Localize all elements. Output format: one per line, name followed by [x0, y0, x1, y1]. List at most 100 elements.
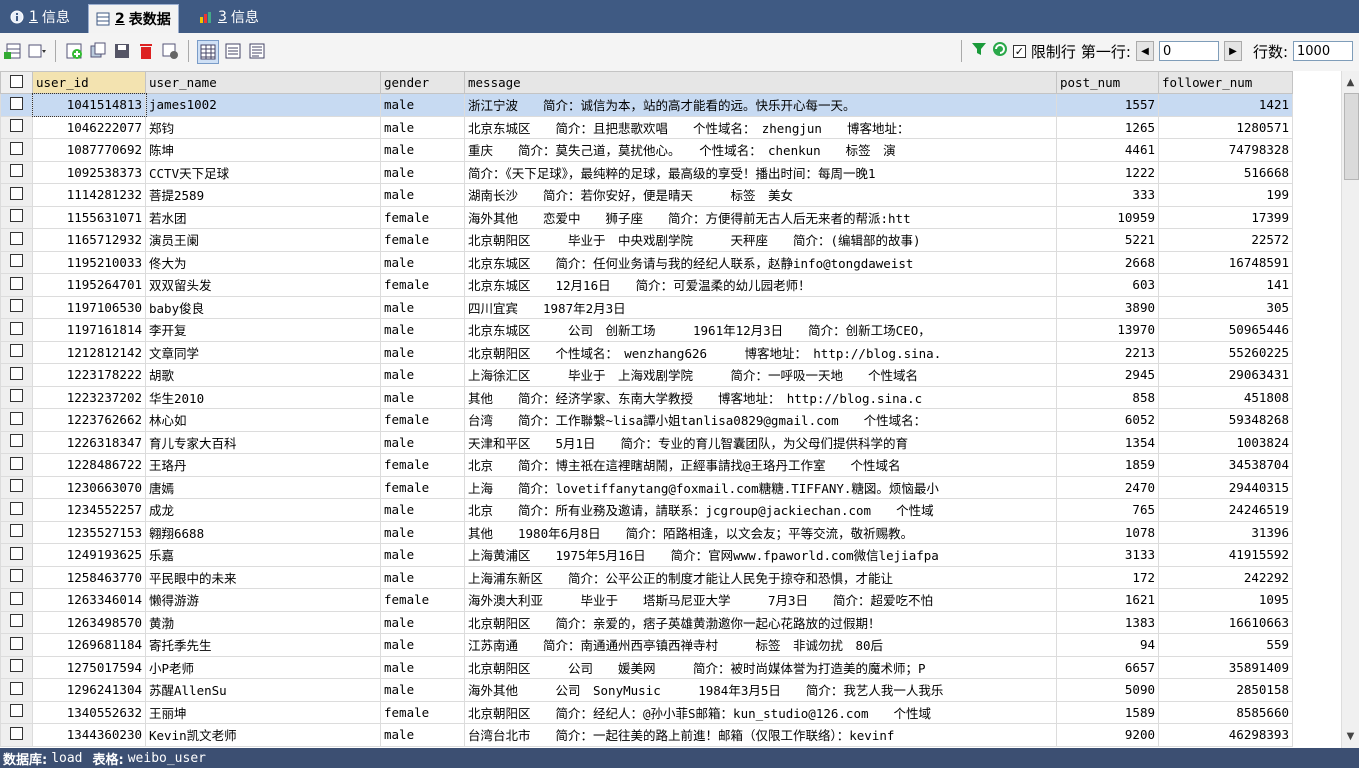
cell-message[interactable]: 海外其他 恋爱中 狮子座 简介：方便得前无古人后无来者的帮派:htt: [464, 205, 1057, 229]
cell-post-num[interactable]: 333: [1056, 183, 1159, 207]
table-row[interactable]: 1263498570 黄渤 male 北京朝阳区 简介：亲爱的，痞子英雄黄渤邀你一起心…: [0, 610, 1293, 634]
add-row-icon[interactable]: [64, 40, 84, 62]
cell-gender[interactable]: male: [380, 430, 465, 454]
cell-post-num[interactable]: 94: [1056, 633, 1159, 657]
cell-user-id[interactable]: 1275017594: [32, 655, 146, 679]
cell-gender[interactable]: male: [380, 318, 465, 342]
cell-user-id[interactable]: 1195210033: [32, 250, 146, 274]
cell-user-name[interactable]: 林心如: [145, 408, 381, 432]
cell-follower-num[interactable]: 50965446: [1158, 318, 1293, 342]
cell-follower-num[interactable]: 24246519: [1158, 498, 1293, 522]
cell-message[interactable]: 北京朝阳区 简介：亲爱的，痞子英雄黄渤邀你一起心花路放的过假期！: [464, 610, 1057, 634]
cell-user-name[interactable]: 演员王阑: [145, 228, 381, 252]
row-checkbox[interactable]: [0, 295, 33, 319]
cell-user-name[interactable]: 小P老师: [145, 655, 381, 679]
column-header[interactable]: gender: [380, 71, 465, 94]
cell-post-num[interactable]: 9200: [1056, 723, 1159, 747]
cell-user-name[interactable]: 黄渤: [145, 610, 381, 634]
table-row[interactable]: 1223178222 胡歌 male 上海徐汇区 毕业于 上海戏剧学院 简介：一呼吸一…: [0, 363, 1293, 387]
cell-follower-num[interactable]: 1421: [1158, 93, 1293, 117]
table-row[interactable]: 1235527153 翱翔6688 male 其他 1980年6月8日 简介：陌路相逢…: [0, 520, 1293, 544]
row-checkbox[interactable]: [0, 588, 33, 612]
cell-user-name[interactable]: 李开复: [145, 318, 381, 342]
cell-message[interactable]: 北京朝阳区 简介：经纪人：@孙小菲S邮箱：kun_studio@126.com …: [464, 700, 1057, 724]
cell-post-num[interactable]: 2470: [1056, 475, 1159, 499]
row-checkbox[interactable]: [0, 93, 33, 117]
tab-info-3[interactable]: 3 信息: [192, 4, 266, 30]
cell-post-num[interactable]: 1557: [1056, 93, 1159, 117]
filter-icon[interactable]: [971, 41, 987, 61]
table-row[interactable]: 1195264701 双双留头发 female 北京东城区 12月16日 简介：可爱温…: [0, 273, 1293, 297]
save-icon[interactable]: [112, 40, 132, 62]
cell-message[interactable]: 天津和平区 5月1日 简介：专业的育儿智囊团队，为父母们提供科学的育: [464, 430, 1057, 454]
cell-follower-num[interactable]: 516668: [1158, 160, 1293, 184]
row-checkbox[interactable]: [0, 183, 33, 207]
cell-gender[interactable]: female: [380, 700, 465, 724]
table-row[interactable]: 1263346014 懒得游游 female 海外澳大利亚 毕业于 塔斯马尼亚大学 7…: [0, 588, 1293, 612]
table-row[interactable]: 1092538373 CCTV天下足球 male 简介：《天下足球》，最纯粹的足球，最…: [0, 160, 1293, 184]
cell-follower-num[interactable]: 451808: [1158, 385, 1293, 409]
cell-gender[interactable]: male: [380, 250, 465, 274]
table-row[interactable]: 1165712932 演员王阑 female 北京朝阳区 毕业于 中央戏剧学院 天秤座…: [0, 228, 1293, 252]
cell-user-name[interactable]: 胡歌: [145, 363, 381, 387]
scroll-thumb[interactable]: [1344, 93, 1359, 180]
cell-follower-num[interactable]: 41915592: [1158, 543, 1293, 567]
cell-post-num[interactable]: 10959: [1056, 205, 1159, 229]
cell-post-num[interactable]: 1265: [1056, 115, 1159, 139]
cell-user-name[interactable]: james1002: [145, 93, 381, 117]
cell-post-num[interactable]: 172: [1056, 565, 1159, 589]
cell-follower-num[interactable]: 29063431: [1158, 363, 1293, 387]
delete-icon[interactable]: [136, 40, 156, 62]
select-all-checkbox[interactable]: [0, 71, 33, 94]
cell-gender[interactable]: male: [380, 340, 465, 364]
cell-gender[interactable]: female: [380, 588, 465, 612]
cell-post-num[interactable]: 4461: [1056, 138, 1159, 162]
cell-user-name[interactable]: 王丽坤: [145, 700, 381, 724]
cell-message[interactable]: 四川宜宾 1987年2月3日: [464, 295, 1057, 319]
cell-gender[interactable]: female: [380, 205, 465, 229]
cell-message[interactable]: 北京朝阳区 毕业于 中央戏剧学院 天秤座 简介：(编辑部的故事): [464, 228, 1057, 252]
table-row[interactable]: 1234552257 成龙 male 北京 简介：所有业務及邀请，請联系：jcgrou…: [0, 498, 1293, 522]
column-header[interactable]: follower_num: [1158, 71, 1293, 94]
row-checkbox[interactable]: [0, 655, 33, 679]
cell-gender[interactable]: male: [380, 633, 465, 657]
row-checkbox[interactable]: [0, 228, 33, 252]
table-row[interactable]: 1197106530 baby俊良 male 四川宜宾 1987年2月3日 3890 30…: [0, 295, 1293, 319]
row-checkbox[interactable]: [0, 115, 33, 139]
cell-user-name[interactable]: 苏醒AllenSu: [145, 678, 381, 702]
cell-post-num[interactable]: 603: [1056, 273, 1159, 297]
table-row[interactable]: 1275017594 小P老师 male 北京朝阳区 公司 媛美网 简介：被时尚媒体誉…: [0, 655, 1293, 679]
row-checkbox[interactable]: [0, 160, 33, 184]
scroll-up-icon[interactable]: ▲: [1342, 74, 1359, 91]
cell-user-name[interactable]: 郑钧: [145, 115, 381, 139]
table-row[interactable]: 1249193625 乐嘉 male 上海黄浦区 1975年5月16日 简介：官网ww…: [0, 543, 1293, 567]
cell-follower-num[interactable]: 305: [1158, 295, 1293, 319]
cell-post-num[interactable]: 2213: [1056, 340, 1159, 364]
table-row[interactable]: 1226318347 育儿专家大百科 male 天津和平区 5月1日 简介：专业的育儿…: [0, 430, 1293, 454]
cell-follower-num[interactable]: 8585660: [1158, 700, 1293, 724]
cell-follower-num[interactable]: 1280571: [1158, 115, 1293, 139]
cell-user-id[interactable]: 1226318347: [32, 430, 146, 454]
cell-gender[interactable]: male: [380, 655, 465, 679]
cell-user-name[interactable]: 陈坤: [145, 138, 381, 162]
cell-user-id[interactable]: 1223237202: [32, 385, 146, 409]
cell-user-id[interactable]: 1114281232: [32, 183, 146, 207]
cell-gender[interactable]: male: [380, 183, 465, 207]
cell-post-num[interactable]: 858: [1056, 385, 1159, 409]
cell-follower-num[interactable]: 1095: [1158, 588, 1293, 612]
cell-user-id[interactable]: 1155631071: [32, 205, 146, 229]
row-checkbox[interactable]: [0, 250, 33, 274]
cell-gender[interactable]: female: [380, 475, 465, 499]
cell-gender[interactable]: male: [380, 295, 465, 319]
table-row[interactable]: 1223237202 华生2010 male 其他 简介：经济学家、东南大学教授 博客…: [0, 385, 1293, 409]
cell-message[interactable]: 北京东城区 简介：任何业务请与我的经纪人联系，赵静info@tongdaweis…: [464, 250, 1057, 274]
column-header[interactable]: post_num: [1056, 71, 1159, 94]
cell-user-name[interactable]: 懒得游游: [145, 588, 381, 612]
cell-follower-num[interactable]: 59348268: [1158, 408, 1293, 432]
cell-message[interactable]: 海外澳大利亚 毕业于 塔斯马尼亚大学 7月3日 简介：超爱吃不怕: [464, 588, 1057, 612]
cell-message[interactable]: 北京东城区 简介：且把悲歌欢唱 个性域名： zhengjun 博客地址：: [464, 115, 1057, 139]
cell-gender[interactable]: male: [380, 520, 465, 544]
row-checkbox[interactable]: [0, 205, 33, 229]
cell-follower-num[interactable]: 35891409: [1158, 655, 1293, 679]
row-checkbox[interactable]: [0, 723, 33, 747]
